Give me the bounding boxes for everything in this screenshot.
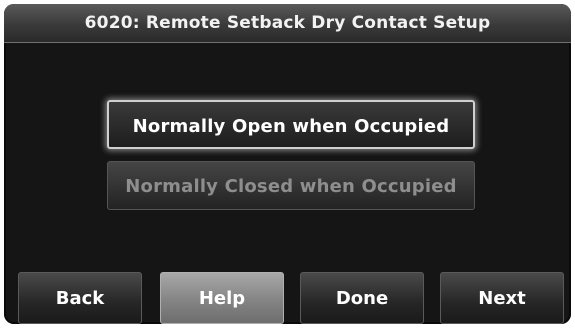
next-button[interactable]: Next (440, 272, 564, 324)
page-title: 6020: Remote Setback Dry Contact Setup (4, 4, 571, 43)
done-button[interactable]: Done (300, 272, 424, 324)
option-normally-closed[interactable]: Normally Closed when Occupied (107, 161, 475, 210)
back-button[interactable]: Back (18, 272, 142, 324)
bottom-navigation: Back Help Done Next (4, 268, 571, 324)
help-button[interactable]: Help (160, 272, 284, 324)
option-normally-open[interactable]: Normally Open when Occupied (107, 100, 475, 149)
thermostat-screen: 6020: Remote Setback Dry Contact Setup N… (4, 4, 571, 324)
